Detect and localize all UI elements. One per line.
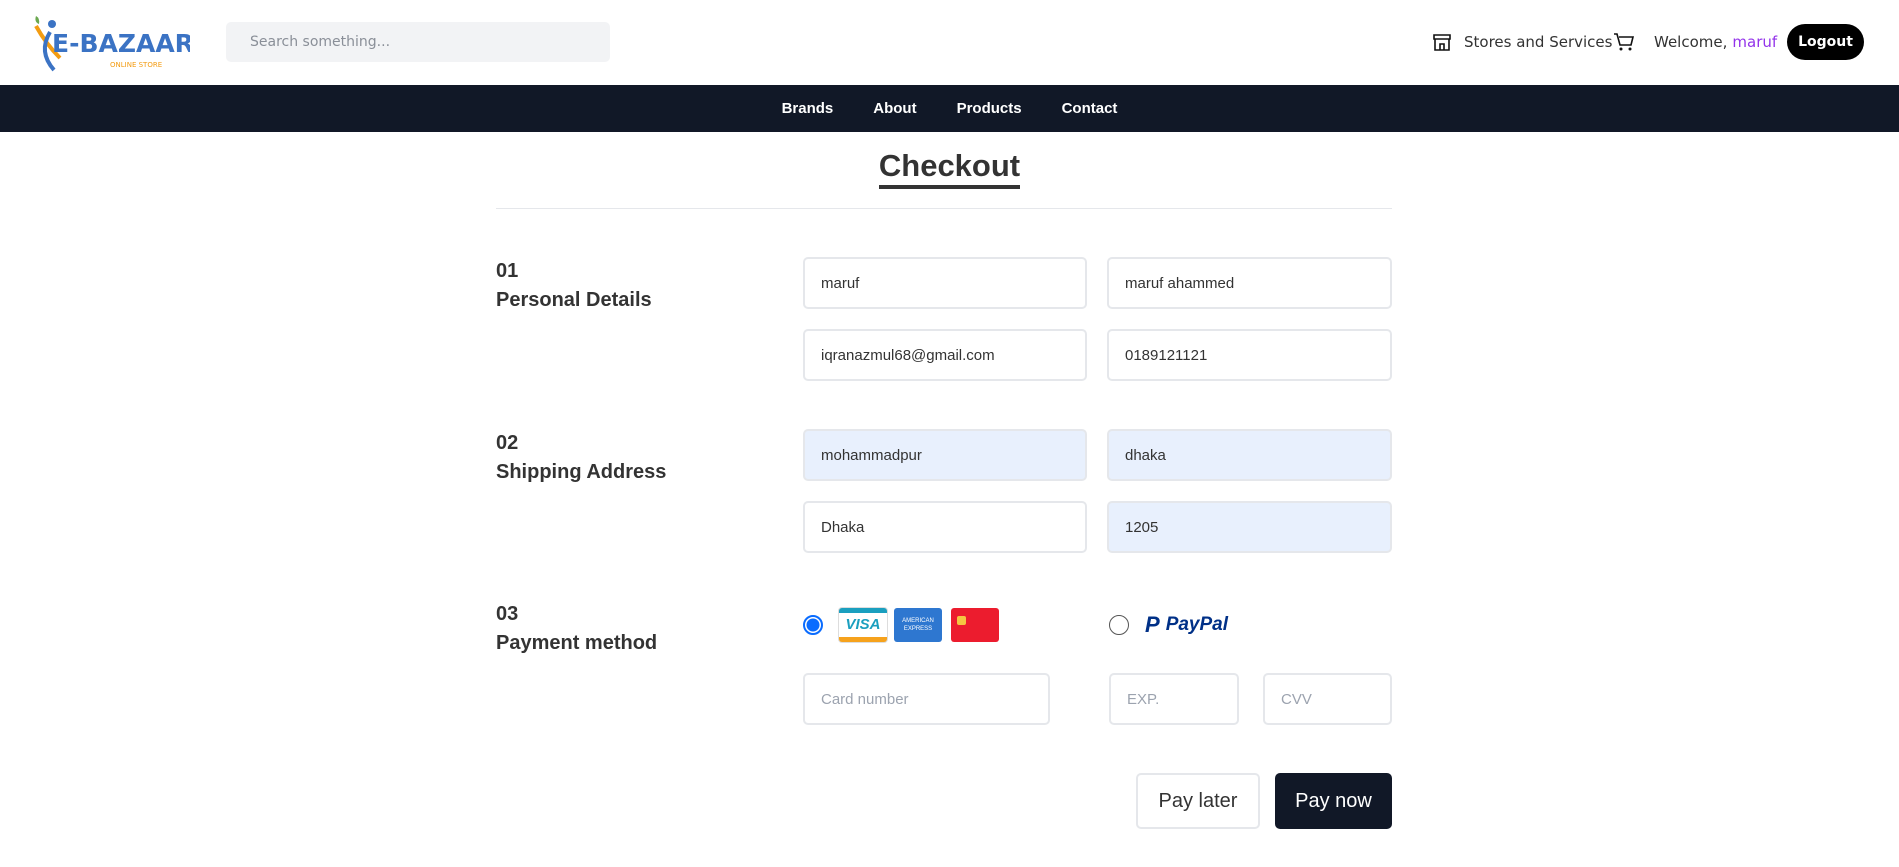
section-personal-details: 01 Personal Details [496,257,652,315]
section-number: 02 [496,432,519,454]
nav-about[interactable]: About [873,100,916,117]
amex-label: AMERICAN EXPRESS [902,618,934,632]
state-input[interactable] [803,501,1087,553]
visa-icon: VISA [839,608,887,642]
paypal-label: PayPal [1165,614,1229,635]
logo[interactable]: E-BAZAAR ONLINE STORE [30,12,194,72]
site-header: E-BAZAAR ONLINE STORE Stores and Service… [0,0,1899,85]
section-title: Personal Details [496,289,652,311]
section-title: Payment method [496,632,658,654]
paypal-logo: P PayPal [1145,612,1228,638]
store-icon [1433,34,1451,51]
pay-now-button[interactable]: Pay now [1275,773,1392,829]
main-nav: Brands About Products Contact [0,85,1899,132]
pay-later-button[interactable]: Pay later [1136,773,1260,829]
section-payment-method: 03 Payment method [496,600,657,658]
section-number: 01 [496,260,519,282]
address-input[interactable] [803,429,1087,481]
paypal-radio[interactable] [1109,615,1129,635]
username: maruf [1732,33,1778,51]
cart-button[interactable] [1613,26,1635,58]
section-title: Shipping Address [496,461,667,483]
nav-brands[interactable]: Brands [782,100,834,117]
divider [496,208,1392,209]
city-input[interactable] [1107,429,1392,481]
stores-label: Stores and Services [1464,33,1613,51]
svg-text:ONLINE STORE: ONLINE STORE [110,61,162,69]
generic-card-icon [951,608,999,642]
paypal-icon: P [1145,612,1160,637]
card-number-input[interactable] [803,673,1050,725]
email-input[interactable] [803,329,1087,381]
nav-contact[interactable]: Contact [1062,100,1118,117]
welcome-label: Welcome, [1654,33,1728,51]
page-title: Checkout [0,148,1899,189]
card-radio[interactable] [803,615,823,635]
nav-products[interactable]: Products [957,100,1022,117]
cvv-input[interactable] [1263,673,1392,725]
welcome-text: Welcome, maruf [1654,26,1777,58]
logout-button[interactable]: Logout [1787,24,1864,60]
phone-input[interactable] [1107,329,1392,381]
amex-icon: AMERICAN EXPRESS [894,608,942,642]
section-shipping-address: 02 Shipping Address [496,429,666,487]
stores-and-services-link[interactable]: Stores and Services [1432,26,1612,58]
cart-icon [1614,33,1635,51]
first-name-input[interactable] [803,257,1087,309]
expiry-input[interactable] [1109,673,1239,725]
full-name-input[interactable] [1107,257,1392,309]
section-number: 03 [496,603,519,625]
svg-text:E-BAZAAR: E-BAZAAR [52,29,190,58]
zip-input[interactable] [1107,501,1392,553]
visa-label: VISA [845,616,881,633]
page-title-text: Checkout [878,148,1021,189]
search-input[interactable] [226,22,610,62]
logo-icon: E-BAZAAR ONLINE STORE [34,16,194,72]
